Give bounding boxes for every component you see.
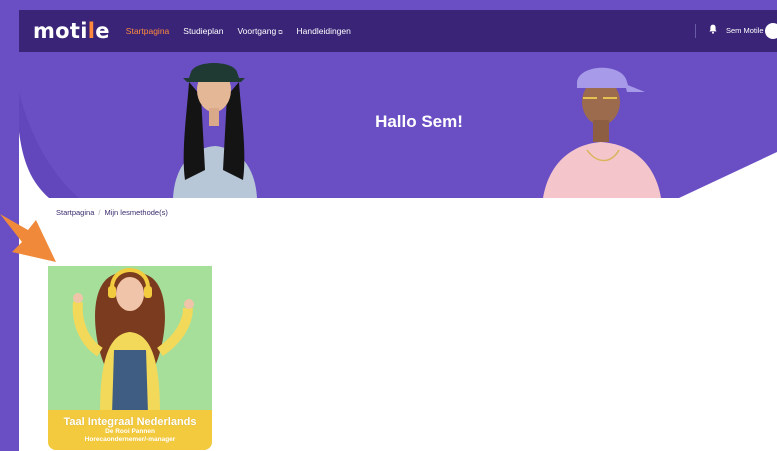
- nav-divider: [695, 24, 696, 38]
- course-subtitle-1: De Rooi Pannen: [105, 428, 155, 435]
- hero-person-left: [173, 63, 257, 198]
- course-title: Taal Integraal Nederlands: [63, 416, 197, 428]
- course-subtitle-2: Horecaondernemer/-manager: [84, 436, 176, 443]
- top-nav: motile Startpagina Studieplan Voortgang ⧉…: [19, 10, 777, 52]
- nav-links: Startpagina Studieplan Voortgang ⧉ Handle…: [126, 26, 351, 37]
- pointer-arrow-icon: [0, 214, 56, 262]
- external-link-icon: ⧉: [278, 29, 283, 36]
- course-card[interactable]: Taal Integraal Nederlands De Rooi Pannen…: [48, 242, 212, 450]
- hero-banner: Hallo Sem!: [19, 52, 777, 198]
- user-avatar[interactable]: [765, 23, 777, 39]
- breadcrumb-current: Mijn lesmethode(s): [104, 208, 168, 217]
- app-frame: motile Startpagina Studieplan Voortgang ⧉…: [19, 10, 777, 451]
- nav-link-voortgang-label: Voortgang: [237, 25, 277, 36]
- logo-text-tail: e: [95, 19, 110, 43]
- card-cover-illustration: [72, 268, 194, 414]
- user-name[interactable]: Sem Motile: [726, 26, 764, 35]
- hero-greeting: Hallo Sem!: [375, 112, 463, 131]
- nav-link-startpagina[interactable]: Startpagina: [126, 26, 169, 37]
- bell-icon[interactable]: [709, 24, 717, 34]
- nav-link-studieplan[interactable]: Studieplan: [183, 26, 223, 37]
- card-title-band: Taal Integraal Nederlands De Rooi Pannen…: [48, 410, 212, 450]
- hero-person-right: [543, 67, 661, 198]
- nav-link-voortgang[interactable]: Voortgang ⧉: [237, 26, 282, 37]
- motile-logo[interactable]: motile: [33, 19, 110, 43]
- nav-link-handleidingen[interactable]: Handleidingen: [297, 26, 351, 37]
- logo-text-main: moti: [33, 19, 88, 43]
- breadcrumb: Startpagina / Mijn lesmethode(s): [56, 208, 168, 217]
- breadcrumb-separator: /: [98, 208, 101, 217]
